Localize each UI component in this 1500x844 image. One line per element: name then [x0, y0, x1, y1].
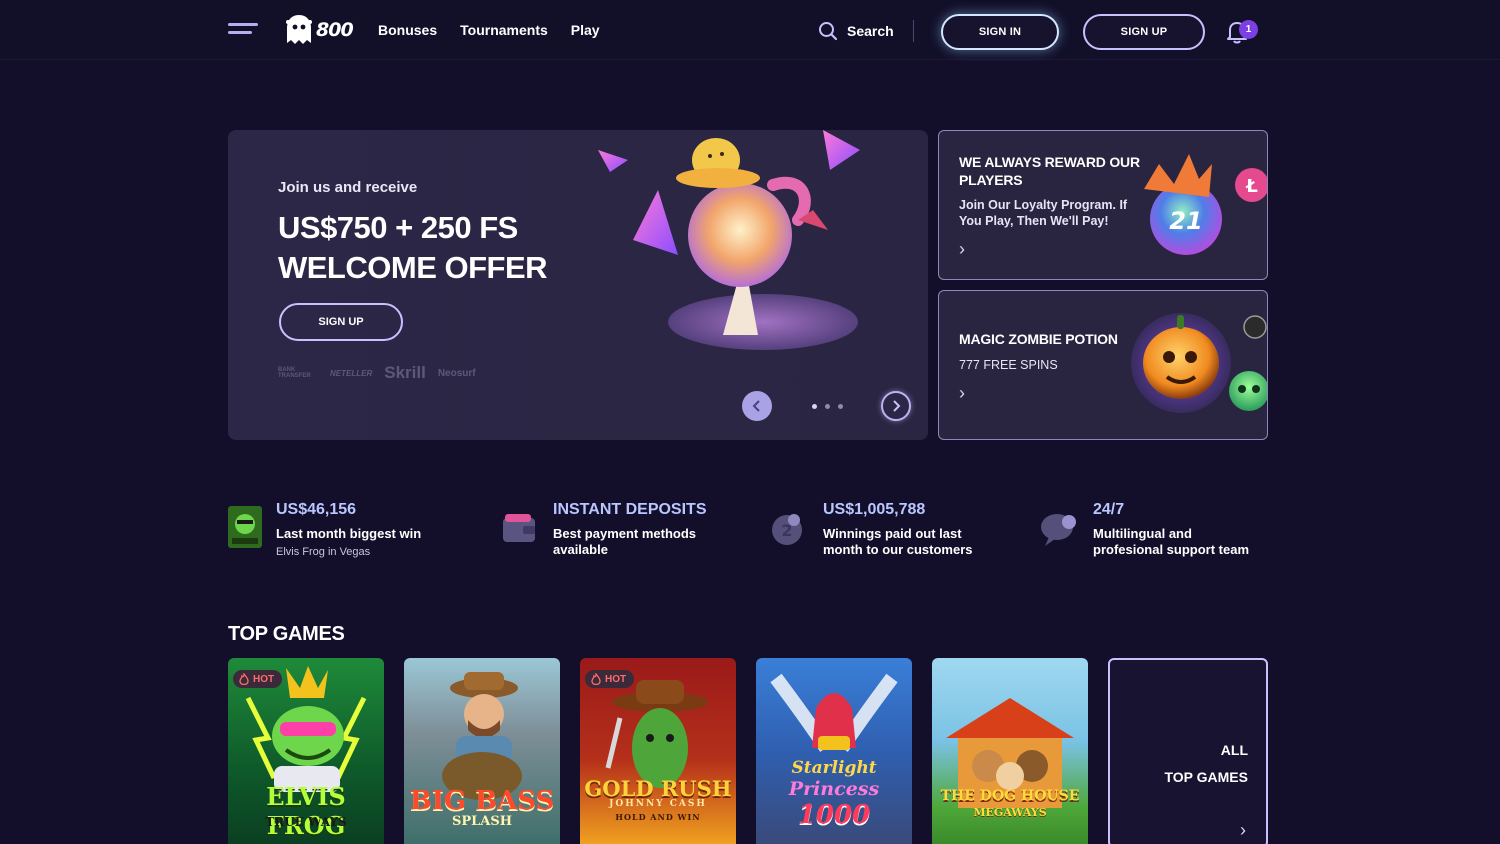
chevron-right-icon — [893, 400, 901, 412]
stat-desc: Winnings paid out last month to our cust… — [823, 526, 973, 558]
sign-in-button[interactable]: SIGN IN — [941, 14, 1059, 50]
logo[interactable]: 800 — [284, 12, 354, 48]
pumpkin-illustration — [1131, 313, 1267, 413]
chevron-left-icon — [752, 400, 760, 412]
game-subtitle: HOLD AND WIN — [615, 812, 701, 822]
game-subtitle: JOHNNY CASH — [609, 799, 707, 809]
game-title: BIG BASS — [409, 786, 555, 816]
promo-text: Join Our Loyalty Program. If You Play, T… — [959, 198, 1128, 228]
menu-icon[interactable] — [228, 23, 258, 39]
carousel-dot[interactable] — [825, 404, 830, 409]
game-card-dog-house[interactable]: THE DOG HOUSE MEGAWAYS — [932, 658, 1088, 844]
nav-tournaments[interactable]: Tournaments — [460, 22, 548, 38]
carousel-next-button[interactable] — [881, 391, 911, 421]
game-title: THE DOG HOUSE — [940, 788, 1080, 804]
stat-desc: Multilingual and profesional support tea… — [1093, 526, 1249, 558]
hot-badge: HOT — [233, 670, 283, 688]
top-games-title: TOP GAMES — [228, 623, 345, 645]
chevron-right-icon: › — [1240, 820, 1246, 840]
search-label: Search — [847, 23, 894, 39]
main-nav: Bonuses Tournaments Play — [378, 22, 600, 38]
chevron-right-icon[interactable]: › — [959, 239, 965, 260]
hero-title-line2: WELCOME OFFER — [278, 250, 548, 285]
game-subtitle: 1000 — [797, 800, 871, 830]
logo-text: 800 — [316, 19, 354, 41]
stat-desc: Best payment methods available — [553, 526, 696, 558]
stat-desc: Last month biggest win — [276, 526, 422, 541]
coin-icon: 2 — [772, 514, 802, 545]
stat-desc-line: Best payment methods — [553, 526, 697, 541]
game-title: Starlight — [791, 758, 877, 778]
bank-transfer-logo: BANK TRANSFER — [278, 367, 311, 379]
game-title: GOLD RUSH — [584, 776, 732, 801]
top-header: 800 Bonuses Tournaments Play Search SIGN… — [0, 0, 1500, 60]
all-games-label: ALL — [1220, 742, 1248, 758]
promo-card-zombie-potion[interactable]: MAGIC ZOMBIE POTION 777 FREE SPINS › — [938, 290, 1268, 440]
flame-icon — [239, 673, 249, 685]
notification-badge: 1 — [1239, 20, 1258, 39]
hero-pretitle: Join us and receive — [278, 179, 418, 196]
flame-icon — [591, 673, 601, 685]
chevron-right-icon[interactable]: › — [959, 383, 965, 404]
stat-desc-line: month to our customers — [823, 542, 973, 557]
neteller-logo: NETELLER — [330, 368, 373, 378]
game-card-gold-rush[interactable]: HOT GOLD RUSH JOHNNY CASH HOLD AND WIN — [580, 658, 736, 844]
game-card-starlight-princess[interactable]: Starlight Princess 1000 — [756, 658, 912, 844]
hero-ghost-illustration — [598, 130, 860, 350]
skrill-logo: Skrill — [384, 363, 426, 382]
stat-desc-line: profesional support team — [1093, 542, 1250, 557]
promo-title: WE ALWAYS REWARD OUR PLAYERS — [959, 154, 1140, 188]
game-subtitle: Princess — [788, 778, 880, 800]
search-button[interactable]: Search — [818, 21, 894, 41]
all-top-games-button[interactable]: ALL TOP GAMES › — [1108, 658, 1268, 844]
hot-label: HOT — [605, 673, 627, 685]
game-card-big-bass-splash[interactable]: BIG BASS SPLASH — [404, 658, 560, 844]
loyalty-number: 21 — [1169, 207, 1202, 235]
all-games-label: TOP GAMES — [1164, 769, 1248, 785]
carousel-prev-button[interactable] — [742, 391, 772, 421]
stat-desc-line: Multilingual and — [1093, 526, 1192, 541]
game-subtitle: MEGAWAYS — [973, 806, 1047, 819]
carousel-dots — [812, 404, 843, 409]
hero-banner: Join us and receive US$750 + 250 FS WELC… — [228, 130, 928, 440]
stat-desc-line: available — [553, 542, 608, 557]
loyalty-crown-illustration: 21 Ł — [1144, 154, 1267, 255]
stat-value: US$1,005,788 — [823, 501, 926, 518]
game-subtitle: SPLASH — [451, 814, 513, 829]
carousel-dot[interactable] — [838, 404, 843, 409]
nav-play[interactable]: Play — [571, 22, 600, 38]
carousel-dot[interactable] — [812, 404, 817, 409]
payment-methods: BANK TRANSFER NETELLER Skrill Neosurf — [278, 363, 476, 383]
stat-value: 24/7 — [1093, 501, 1125, 518]
hero-sign-up-button[interactable]: SIGN UP — [279, 303, 403, 341]
stat-desc-line: Winnings paid out last — [823, 526, 962, 541]
svg-text:Ł: Ł — [1245, 176, 1258, 197]
nav-bonuses[interactable]: Bonuses — [378, 22, 437, 38]
stat-game-link[interactable]: Elvis Frog in Vegas — [276, 546, 370, 558]
neosurf-logo: Neosurf — [437, 367, 476, 379]
game-subtitle: TRUE WAYS — [265, 815, 347, 829]
sign-up-button[interactable]: SIGN UP — [1083, 14, 1205, 50]
hot-badge: HOT — [585, 670, 635, 688]
chat-bubble-icon — [1041, 514, 1076, 546]
hero-title-line1: US$750 + 250 FS — [278, 210, 518, 245]
hot-label: HOT — [253, 673, 275, 685]
ghost-logo-icon — [286, 15, 312, 44]
promo-text: 777 FREE SPINS — [959, 358, 1058, 372]
hero-title: US$750 + 250 FS WELCOME OFFER — [278, 208, 598, 288]
promo-card-loyalty[interactable]: WE ALWAYS REWARD OUR PLAYERS Join Our Lo… — [938, 130, 1268, 280]
header-divider — [913, 20, 914, 42]
game-card-elvis-frog[interactable]: HOT ELVIS FROG TRUE WAYS — [228, 658, 384, 844]
game-title: ELVIS FROG — [266, 782, 346, 840]
stat-value: INSTANT DEPOSITS — [553, 501, 707, 518]
stat-value: US$46,156 — [276, 501, 357, 518]
promo-title: MAGIC ZOMBIE POTION — [959, 331, 1118, 347]
elvis-frog-thumbnail-icon — [228, 506, 262, 548]
wallet-icon — [503, 514, 535, 542]
search-icon — [819, 22, 838, 41]
svg-text:2: 2 — [781, 521, 792, 540]
